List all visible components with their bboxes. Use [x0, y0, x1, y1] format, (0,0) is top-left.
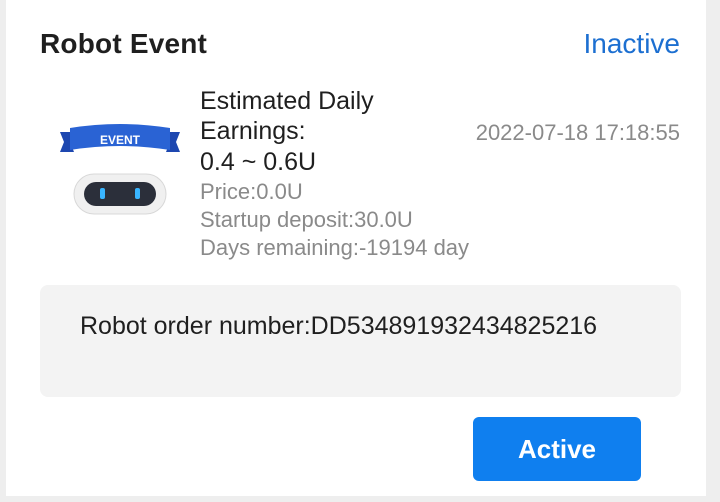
status-label: Inactive [583, 28, 681, 59]
robot-right-eye-icon [135, 188, 140, 199]
card-title: Robot Event [40, 28, 208, 59]
card-bottom-edge [0, 496, 720, 502]
startup-deposit-text: Startup deposit:30.0U [200, 207, 413, 232]
event-badge-text: EVENT [100, 133, 141, 147]
active-button[interactable]: Active [473, 417, 641, 481]
event-timestamp: 2022-07-18 17:18:55 [475, 120, 680, 145]
earnings-range: 0.4 ~ 0.6U [200, 148, 317, 176]
robot-left-eye-icon [100, 188, 105, 199]
price-text: Price:0.0U [200, 179, 303, 204]
card-right-edge [706, 0, 720, 502]
order-number-text: Robot order number:DD534891932434825216 [80, 312, 598, 340]
order-number-box: Robot order number:DD534891932434825216 [40, 285, 681, 397]
robot-info: Estimated Daily Earnings: 0.4 ~ 0.6U Pri… [200, 86, 470, 262]
card-left-edge [0, 0, 6, 502]
estimated-earnings-label: Estimated Daily Earnings: [200, 87, 374, 145]
robot-visor-icon [84, 182, 156, 206]
days-remaining-text: Days remaining:-19194 day [200, 235, 470, 260]
robot-event-card: Robot Event Inactive EVENT Estimated Dai… [0, 0, 720, 502]
robot-event-image: EVENT [56, 118, 184, 228]
